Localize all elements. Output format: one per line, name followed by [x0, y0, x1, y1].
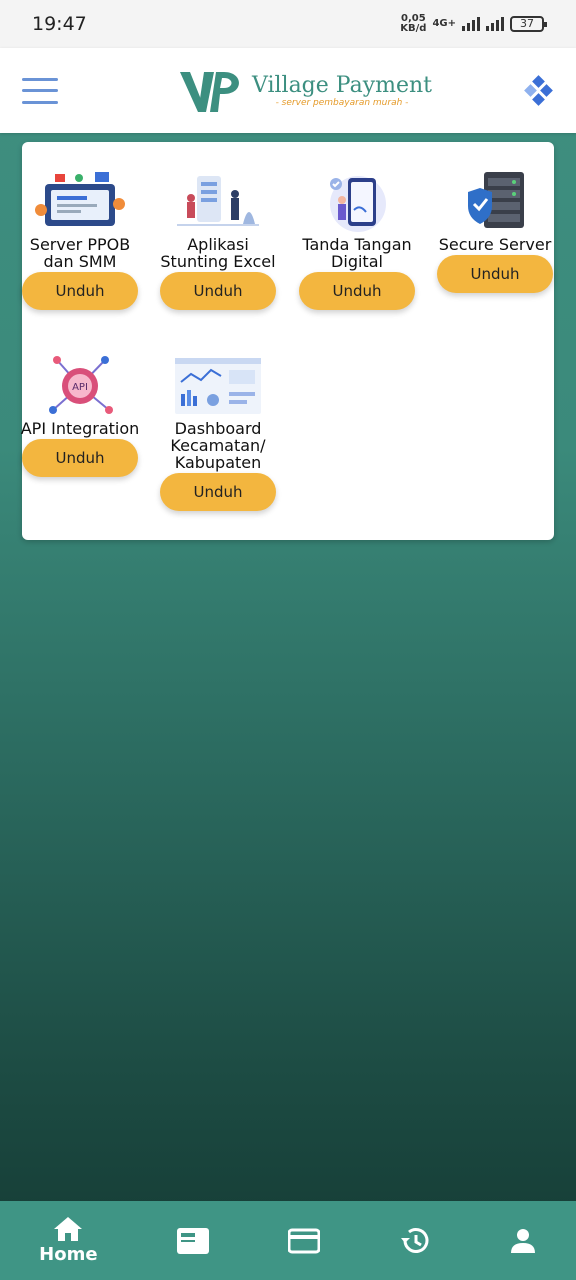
status-time: 19:47: [32, 13, 87, 35]
nav-home-label: Home: [39, 1244, 98, 1265]
wallet-icon: [288, 1228, 321, 1253]
download-button[interactable]: Unduh: [160, 272, 276, 310]
product-label: Tanda Tangan Digital: [302, 235, 412, 271]
hamburger-menu-icon[interactable]: [22, 77, 58, 104]
nav-card[interactable]: [176, 1227, 210, 1255]
product-item-digital-signature: Tanda Tangan Digital Unduh: [292, 170, 422, 310]
product-label: Server PPOB dan SMM: [29, 235, 131, 271]
download-button[interactable]: Unduh: [22, 272, 138, 310]
svg-text:API: API: [72, 382, 88, 393]
download-button[interactable]: Unduh: [299, 272, 415, 310]
profile-icon: [510, 1228, 535, 1253]
status-bar: 19:47 0,05 KB/d 4G+ 37: [0, 0, 576, 48]
history-icon: [400, 1227, 428, 1253]
card-icon: [176, 1227, 209, 1254]
product-item-dashboard: Dashboard Kecamatan/ Kabupaten Unduh: [153, 354, 283, 511]
vp-logo-icon: [179, 71, 239, 112]
product-label: API Integration: [20, 419, 140, 438]
nav-wallet[interactable]: [288, 1228, 321, 1254]
product-card: Server PPOB dan SMM Unduh Aplikasi Stunt…: [21, 142, 554, 540]
api-gear-illustration: API: [49, 356, 113, 414]
download-button[interactable]: Unduh: [437, 255, 553, 293]
apps-icon[interactable]: [524, 74, 554, 106]
app-header: Village Payment - server pembayaran mura…: [0, 48, 576, 133]
network-type: 4G+: [432, 18, 456, 29]
nav-home[interactable]: Home: [39, 1216, 98, 1265]
product-label: Aplikasi Stunting Excel: [160, 235, 276, 271]
stunting-app-illustration: [177, 176, 259, 226]
secure-server-illustration: [468, 172, 524, 228]
server-ppob-illustration: [35, 172, 125, 226]
signal-icon-2: [486, 17, 504, 31]
nav-profile[interactable]: [509, 1227, 537, 1255]
download-button[interactable]: Unduh: [22, 439, 138, 477]
data-rate: 0,05 KB/d: [400, 13, 427, 34]
product-item-secure-server: Secure Server Unduh: [430, 170, 560, 293]
product-item-server-ppob: Server PPOB dan SMM Unduh: [15, 170, 145, 310]
dashboard-illustration: [175, 358, 261, 414]
product-item-stunting: Aplikasi Stunting Excel Unduh: [153, 170, 283, 310]
digital-signature-illustration: [330, 176, 386, 232]
logo: Village Payment - server pembayaran mura…: [178, 68, 432, 114]
battery-icon: 37: [510, 16, 547, 32]
status-icons: 0,05 KB/d 4G+ 37: [400, 13, 547, 34]
nav-history[interactable]: [399, 1226, 431, 1256]
product-item-api: API API Integration Unduh: [15, 354, 145, 477]
home-icon: [54, 1217, 83, 1241]
download-button[interactable]: Unduh: [160, 473, 276, 511]
product-label: Dashboard Kecamatan/ Kabupaten: [170, 419, 266, 472]
app-title: Village Payment: [251, 73, 433, 98]
bottom-nav: Home: [0, 1201, 576, 1280]
signal-icon: [462, 17, 480, 31]
app-subtitle: - server pembayaran murah -: [275, 98, 409, 108]
product-label: Secure Server: [438, 235, 552, 254]
